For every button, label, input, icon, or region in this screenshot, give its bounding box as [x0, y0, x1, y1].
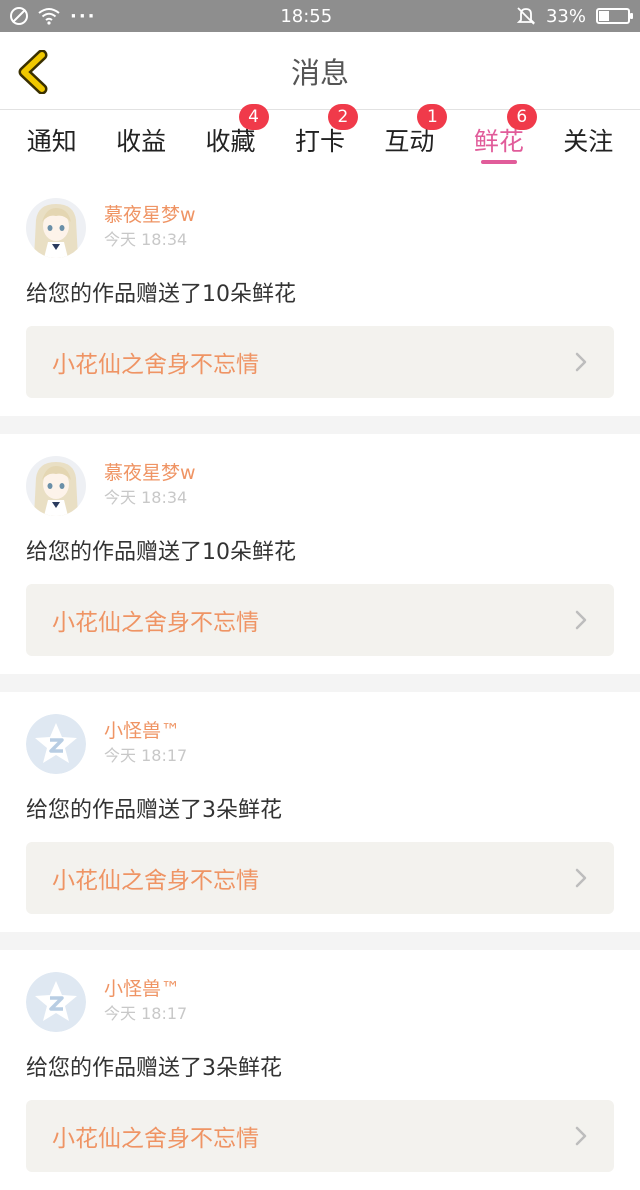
- active-tab-indicator: [480, 160, 517, 164]
- message-time: 今天 18:34: [104, 230, 188, 249]
- message-card: 小怪兽™ 今天 18:17 给您的作品赠送了3朵鲜花 小花仙之舍身不忘情: [0, 950, 640, 1190]
- tab-badge: 2: [327, 104, 358, 130]
- chevron-right-icon: [575, 1126, 587, 1146]
- work-title: 小花仙之舍身不忘情: [52, 610, 259, 636]
- message-header: 慕夜星梦w 今天 18:34: [26, 198, 614, 258]
- message-header: 小怪兽™ 今天 18:17: [26, 714, 614, 774]
- message-text: 给您的作品赠送了10朵鲜花: [26, 282, 296, 307]
- work-title: 小花仙之舍身不忘情: [52, 352, 259, 378]
- tab-3[interactable]: 打卡 2: [275, 104, 364, 158]
- message-card: 小怪兽™ 今天 18:17 给您的作品赠送了3朵鲜花 小花仙之舍身不忘情: [0, 692, 640, 932]
- message-list: 慕夜星梦w 今天 18:34 给您的作品赠送了10朵鲜花 小花仙之舍身不忘情 慕夜星梦w…: [0, 176, 640, 1190]
- work-link[interactable]: 小花仙之舍身不忘情: [26, 842, 614, 914]
- tab-label: 收益: [116, 127, 167, 156]
- tab-0[interactable]: 通知: [7, 110, 96, 158]
- battery-percent: 33%: [545, 5, 586, 27]
- back-icon[interactable]: [14, 50, 54, 94]
- work-title: 小花仙之舍身不忘情: [52, 1126, 259, 1152]
- do-not-disturb-icon: [10, 7, 28, 25]
- message-card: 慕夜星梦w 今天 18:34 给您的作品赠送了10朵鲜花小花仙之舍身不忘情: [0, 176, 640, 416]
- battery-icon: [596, 8, 633, 24]
- tab-1[interactable]: 收益: [96, 110, 185, 158]
- message-header: 小怪兽™ 今天 18:17: [26, 972, 614, 1032]
- tab-label: 收藏: [205, 127, 256, 156]
- page-title: 消息: [290, 55, 349, 90]
- work-link[interactable]: 小花仙之舍身不忘情: [26, 1100, 614, 1172]
- work-title: 小花仙之舍身不忘情: [52, 868, 259, 894]
- tab-label: 通知: [26, 127, 77, 156]
- message-text: 给您的作品赠送了10朵鲜花: [26, 540, 296, 565]
- work-link[interactable]: 小花仙之舍身不忘情: [26, 326, 614, 398]
- tab-2[interactable]: 收藏 4: [186, 104, 275, 158]
- message-time: 今天 18:17: [104, 1004, 188, 1023]
- user-name[interactable]: 小怪兽™: [104, 719, 187, 743]
- work-link[interactable]: 小花仙之舍身不忘情: [26, 584, 614, 656]
- tab-label: 鲜花: [473, 127, 524, 156]
- anime-girl-avatar[interactable]: [26, 456, 86, 516]
- chevron-right-icon: [575, 610, 587, 630]
- wifi-icon: [38, 8, 60, 25]
- header: 消息: [0, 32, 640, 110]
- anime-girl-avatar[interactable]: [26, 198, 86, 258]
- message-time: 今天 18:17: [104, 746, 188, 765]
- message-text: 给您的作品赠送了3朵鲜花: [26, 1056, 282, 1081]
- tab-4[interactable]: 互动 1: [365, 104, 454, 158]
- user-name[interactable]: 慕夜星梦w: [104, 461, 196, 485]
- tab-badge: 4: [238, 104, 269, 130]
- silent-bell-icon: [516, 7, 536, 25]
- tab-label: 关注: [563, 127, 614, 156]
- qq-star-avatar[interactable]: [26, 972, 86, 1032]
- message-card: 慕夜星梦w 今天 18:34 给您的作品赠送了10朵鲜花小花仙之舍身不忘情: [0, 434, 640, 674]
- more-notifications-icon: ···: [70, 5, 97, 27]
- tab-badge: 6: [506, 104, 537, 130]
- tab-badge: 1: [417, 104, 448, 130]
- tab-5[interactable]: 鲜花 6: [454, 104, 543, 164]
- message-time: 今天 18:34: [104, 488, 188, 507]
- chevron-right-icon: [575, 868, 587, 888]
- message-text: 给您的作品赠送了3朵鲜花: [26, 798, 282, 823]
- status-time: 18:55: [280, 5, 333, 27]
- tab-label: 打卡: [294, 127, 345, 156]
- status-bar: ··· 18:55 33%: [0, 0, 640, 32]
- chevron-right-icon: [575, 352, 587, 372]
- tab-label: 互动: [384, 127, 435, 156]
- qq-star-avatar[interactable]: [26, 714, 86, 774]
- user-name[interactable]: 小怪兽™: [104, 977, 187, 1001]
- user-name[interactable]: 慕夜星梦w: [104, 203, 196, 227]
- tab-6[interactable]: 关注: [544, 110, 633, 158]
- tab-bar: 通知 收益 收藏 4 打卡 2 互动 1 鲜花 6 关注: [0, 104, 640, 176]
- message-header: 慕夜星梦w 今天 18:34: [26, 456, 614, 516]
